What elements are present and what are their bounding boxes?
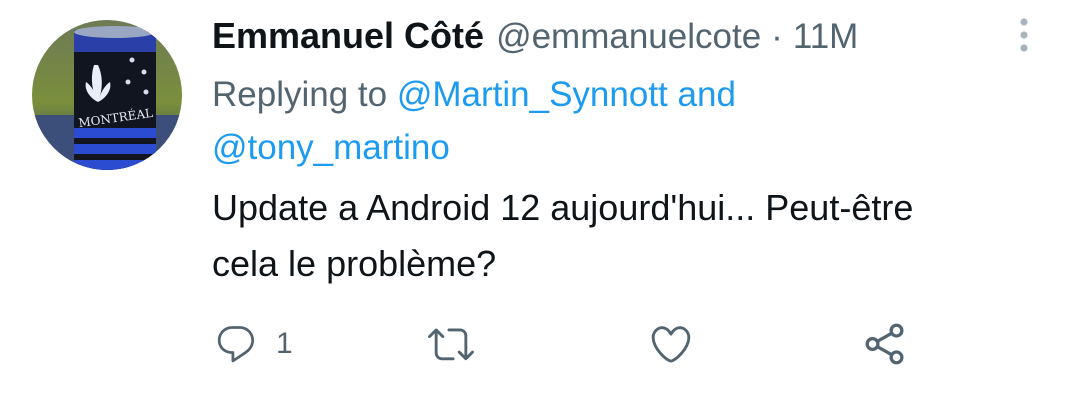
tweet-content: Emmanuel Côté @emmanuelcote · 11M Replyi… — [212, 12, 1032, 292]
retweet-button[interactable] — [428, 320, 492, 368]
mention-martin[interactable]: @Martin_Synnott — [397, 75, 668, 114]
tweet-actions: 1 — [212, 320, 932, 368]
reply-icon — [217, 326, 255, 363]
like-button[interactable] — [648, 320, 712, 368]
replying-to-label: Replying to — [212, 75, 388, 114]
avatar-image: MONTRÉAL — [32, 20, 182, 170]
retweet-icon — [428, 328, 474, 361]
heart-icon — [651, 326, 691, 363]
share-button[interactable] — [862, 320, 908, 368]
mention-and[interactable]: and — [678, 75, 736, 114]
share-icon — [865, 323, 904, 365]
reply-button[interactable]: 1 — [214, 320, 293, 368]
separator-dot: · — [771, 17, 783, 56]
tweet-text: Update a Android 12 aujourd'hui... Peut-… — [212, 180, 1032, 292]
tweet-header: Emmanuel Côté @emmanuelcote · 11M — [212, 12, 1032, 60]
tweet-text-line-1: Update a Android 12 aujourd'hui... Peut-… — [212, 187, 914, 228]
more-vertical-icon — [1020, 18, 1028, 52]
tweet[interactable]: MONTRÉAL Emmanuel Côté @emmanuelcote · 1… — [0, 0, 1080, 397]
author-handle[interactable]: @emmanuelcote — [496, 13, 761, 61]
mention-tony[interactable]: @tony_martino — [212, 128, 450, 167]
more-options-button[interactable] — [1010, 14, 1038, 56]
reply-count: 1 — [276, 327, 293, 360]
author-name[interactable]: Emmanuel Côté — [212, 12, 484, 60]
avatar[interactable]: MONTRÉAL — [32, 20, 182, 170]
replying-to: Replying to @Martin_Synnott and @tony_ma… — [212, 68, 1032, 174]
tweet-time[interactable]: 11M — [793, 13, 859, 61]
tweet-text-line-2: cela le problème? — [212, 243, 497, 284]
